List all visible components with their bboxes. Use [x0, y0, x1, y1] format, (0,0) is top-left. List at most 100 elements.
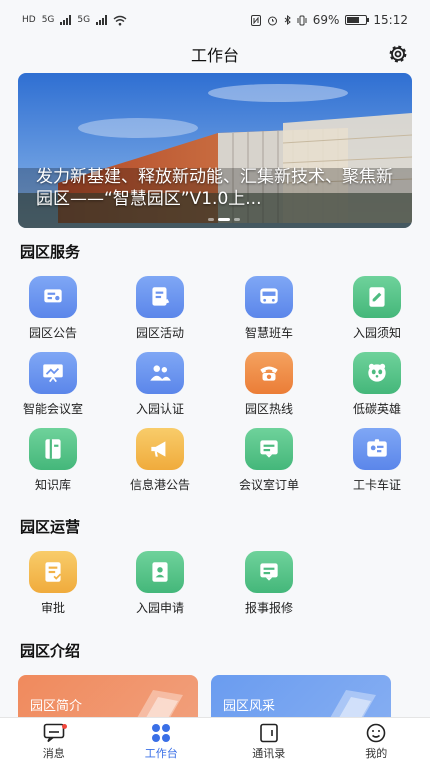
service-tile	[136, 276, 184, 318]
panda-icon	[364, 360, 390, 386]
vibrate-icon	[297, 15, 307, 26]
page-title: 工作台	[191, 42, 239, 66]
signal-icon	[60, 15, 71, 25]
id-card-icon	[364, 436, 390, 462]
order-icon	[256, 436, 282, 462]
services-grid: 园区公告园区活动 智慧班车 入园须知智能会议室入园认证园区热线 低碳英雄知识库信息港公…	[0, 276, 430, 496]
service-item[interactable]: 智能会议室	[8, 352, 98, 417]
megaphone-icon	[147, 436, 173, 462]
service-tile	[136, 352, 184, 394]
network-5g-1: 5G	[42, 15, 55, 25]
service-item[interactable]: 园区热线	[224, 352, 314, 417]
service-label: 知识库	[8, 476, 98, 493]
page-header: 工作台	[0, 40, 430, 68]
service-label: 智慧班车	[224, 324, 314, 341]
nav-item-messages[interactable]: 消息	[0, 718, 108, 766]
banner-caption: 发力新基建、释放新动能、汇集新技术、聚焦新园区——“智慧园区”V1.0上...	[36, 166, 398, 210]
service-tile	[136, 428, 184, 470]
service-label: 低碳英雄	[332, 400, 422, 417]
section-title-services: 园区服务	[20, 241, 80, 262]
service-tile	[245, 551, 293, 593]
signal-icon-2	[96, 15, 107, 25]
carousel-dot[interactable]	[208, 218, 214, 221]
service-item[interactable]: 入园认证	[115, 352, 205, 417]
clock: 15:12	[373, 13, 408, 27]
hd-indicator: HD	[22, 15, 36, 25]
section-title-intro: 园区介绍	[20, 640, 80, 661]
service-item[interactable]: 工卡车证	[332, 428, 422, 493]
service-tile	[245, 276, 293, 318]
nav-item-workbench[interactable]: 工作台	[108, 718, 216, 766]
profile-icon	[365, 723, 387, 743]
operations-grid: 审批入园申请 报事报修	[0, 551, 430, 621]
workbench-icon	[150, 723, 172, 743]
service-label: 园区活动	[115, 324, 205, 341]
service-tile	[353, 352, 401, 394]
wifi-icon	[113, 15, 127, 26]
nav-label: 我的	[365, 745, 387, 761]
service-tile	[245, 352, 293, 394]
service-tile	[353, 276, 401, 318]
service-item[interactable]: 低碳英雄	[332, 352, 422, 417]
status-right: 69% 15:12	[251, 13, 408, 27]
nav-label: 消息	[43, 745, 65, 761]
service-label: 审批	[8, 599, 98, 616]
service-item[interactable]: 知识库	[8, 428, 98, 493]
battery-icon	[345, 15, 367, 25]
service-item[interactable]: 入园须知	[332, 276, 422, 341]
status-bar: HD 5G 5G 69% 15:12	[0, 0, 430, 40]
nav-label: 工作台	[145, 745, 178, 761]
service-label: 信息港公告	[115, 476, 205, 493]
intro-card-label: 园区风采	[223, 695, 275, 714]
network-5g-2: 5G	[77, 15, 90, 25]
users-icon	[147, 360, 173, 386]
notice-icon	[364, 284, 390, 310]
intro-card-label: 园区简介	[30, 695, 82, 714]
service-label: 报事报修	[224, 599, 314, 616]
nav-item-contacts[interactable]: 通讯录	[215, 718, 323, 766]
service-item[interactable]: 智慧班车	[224, 276, 314, 341]
repair-icon	[256, 559, 282, 585]
service-label: 入园申请	[115, 599, 205, 616]
book-icon	[40, 436, 66, 462]
activity-icon	[147, 284, 173, 310]
carousel-dots	[208, 218, 240, 221]
phone-icon	[256, 360, 282, 386]
service-label: 园区公告	[8, 324, 98, 341]
service-tile	[29, 551, 77, 593]
service-item[interactable]: 审批	[8, 551, 98, 616]
bus-icon	[256, 284, 282, 310]
contacts-icon	[258, 723, 280, 743]
service-item[interactable]: 报事报修	[224, 551, 314, 616]
carousel-dot-active[interactable]	[218, 218, 230, 221]
bluetooth-icon	[284, 15, 291, 26]
nfc-icon	[251, 15, 261, 26]
nav-label: 通讯录	[252, 745, 285, 761]
unread-badge	[62, 724, 67, 729]
application-icon	[147, 559, 173, 585]
service-label: 工卡车证	[332, 476, 422, 493]
announcement-icon	[40, 284, 66, 310]
service-tile	[29, 428, 77, 470]
gear-icon[interactable]	[386, 42, 410, 66]
service-tile	[245, 428, 293, 470]
status-left: HD 5G 5G	[22, 15, 127, 26]
service-item[interactable]: 园区公告	[8, 276, 98, 341]
service-item[interactable]: 信息港公告	[115, 428, 205, 493]
nav-item-profile[interactable]: 我的	[323, 718, 430, 766]
service-item[interactable]: 园区活动	[115, 276, 205, 341]
service-tile	[29, 352, 77, 394]
service-item[interactable]: 会议室订单	[224, 428, 314, 493]
service-label: 智能会议室	[8, 400, 98, 417]
carousel-dot[interactable]	[234, 218, 240, 221]
bottom-nav: 消息 工作台 通讯录 我的	[0, 717, 430, 766]
meeting-room-icon	[40, 360, 66, 386]
banner-carousel[interactable]: 发力新基建、释放新动能、汇集新技术、聚焦新园区——“智慧园区”V1.0上...	[18, 73, 412, 228]
battery-percent: 69%	[313, 13, 340, 27]
service-label: 园区热线	[224, 400, 314, 417]
service-tile	[136, 551, 184, 593]
service-item[interactable]: 入园申请	[115, 551, 205, 616]
service-tile	[353, 428, 401, 470]
service-label: 会议室订单	[224, 476, 314, 493]
approval-icon	[40, 559, 66, 585]
